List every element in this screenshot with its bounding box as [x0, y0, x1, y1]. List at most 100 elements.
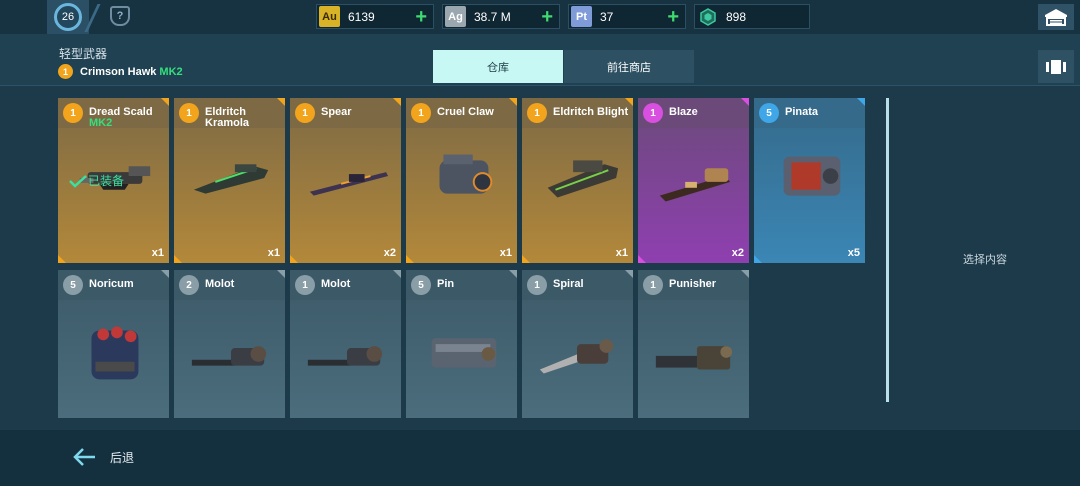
weapon-image — [193, 164, 269, 194]
rarity-corner — [393, 270, 401, 278]
rarity-corner-bottom — [754, 255, 762, 263]
weapon-name: Spiral — [553, 278, 584, 290]
weapon-card[interactable]: 1 Spear x2 — [290, 98, 401, 263]
footer-bar — [0, 430, 1080, 486]
weapon-image — [431, 338, 497, 368]
silver-icon: Ag — [445, 6, 466, 27]
rarity-corner-bottom — [522, 255, 530, 263]
weapon-image — [307, 346, 383, 366]
weapon-card[interactable]: 1 Eldritch Blight x1 — [522, 98, 633, 263]
weapon-level-badge: 1 — [295, 103, 315, 123]
weapon-image — [309, 172, 389, 196]
weapon-card[interactable]: 1 Cruel Claw x1 — [406, 98, 517, 263]
add-gold-button[interactable]: + — [415, 6, 427, 28]
weapon-level-badge: 1 — [411, 103, 431, 123]
scrollbar[interactable] — [886, 98, 889, 402]
current-weapon: 1 Crimson Hawk MK2 — [58, 64, 183, 79]
current-weapon-name: Crimson Hawk — [80, 65, 157, 78]
weapon-quantity: x2 — [731, 247, 744, 259]
rarity-corner-bottom — [638, 255, 646, 263]
rarity-corner — [857, 98, 865, 106]
weapon-image — [783, 156, 841, 196]
back-label: 后退 — [110, 450, 135, 465]
weapon-name: Noricum — [89, 278, 134, 290]
weapon-level-badge: 2 — [179, 275, 199, 295]
weapon-level-badge: 5 — [63, 275, 83, 295]
weapon-name: Eldritch Kramola — [205, 106, 250, 129]
weapon-card[interactable]: 1 Eldritch Kramola x1 — [174, 98, 285, 263]
weapon-image — [91, 326, 139, 380]
rarity-corner — [509, 98, 517, 106]
weapon-card[interactable]: 1 Punisher — [638, 270, 749, 418]
weapon-name: Eldritch Blight — [553, 106, 629, 118]
weapon-card[interactable]: 1 Blaze x2 — [638, 98, 749, 263]
currency-platinum: Pt 37 + — [568, 4, 686, 29]
platinum-value: 37 — [600, 9, 614, 24]
weapon-name: Punisher — [669, 278, 717, 290]
rarity-corner — [625, 270, 633, 278]
weapon-level-badge: 1 — [527, 275, 547, 295]
currency-gold: Au 6139 + — [316, 4, 434, 29]
rarity-corner — [277, 270, 285, 278]
weapon-image — [659, 168, 731, 202]
platinum-icon: Pt — [571, 6, 592, 27]
back-button[interactable]: 后退 — [72, 443, 142, 471]
weapon-card[interactable]: 5 Pinata x5 — [754, 98, 865, 263]
select-content-hint: 选择内容 — [963, 254, 1007, 266]
weapon-mk: MK2 — [89, 117, 113, 129]
weapon-card[interactable]: 5 Pin — [406, 270, 517, 418]
category-label: 轻型武器 — [59, 47, 108, 61]
equipped-label: 已装备 — [88, 174, 125, 188]
level-badge: 26 — [54, 3, 82, 31]
rarity-corner — [161, 98, 169, 106]
weapon-image — [539, 339, 614, 374]
rarity-corner-bottom — [290, 255, 298, 263]
weapon-card[interactable]: 1 Spiral — [522, 270, 633, 418]
arrow-left-icon — [73, 448, 95, 466]
player-level[interactable]: 26 — [47, 0, 89, 34]
gold-value: 6139 — [348, 9, 375, 24]
collapse-panel-button[interactable] — [1038, 50, 1074, 83]
weapon-level-badge: 5 — [759, 103, 779, 123]
weapon-name: Molot — [205, 278, 235, 290]
weapon-level-badge: 1 — [643, 103, 663, 123]
currency-gems: 898 — [694, 4, 810, 29]
checkmark-icon — [69, 174, 87, 188]
weapon-name: Spear — [321, 106, 352, 118]
panel-icon — [1046, 59, 1066, 74]
weapon-level-badge: 5 — [411, 275, 431, 295]
currency-silver: Ag 38.7 M + — [442, 4, 560, 29]
current-weapon-mk: MK2 — [159, 65, 183, 78]
weapon-quantity: x1 — [499, 247, 512, 259]
gold-icon: Au — [319, 6, 340, 27]
rarity-corner-bottom — [174, 255, 182, 263]
weapon-card[interactable]: 1 Molot — [290, 270, 401, 418]
weapon-quantity: x1 — [151, 247, 164, 259]
add-silver-button[interactable]: + — [541, 6, 553, 28]
gem-icon — [697, 6, 718, 27]
weapon-quantity: x1 — [615, 247, 628, 259]
add-platinum-button[interactable]: + — [667, 6, 679, 28]
weapon-quantity: x2 — [383, 247, 396, 259]
weapon-name: Blaze — [669, 106, 698, 118]
weapon-card[interactable]: 2 Molot — [174, 270, 285, 418]
tab-go-to-shop[interactable]: 前往商店 — [564, 50, 694, 83]
shield-help-icon[interactable]: ? — [110, 6, 130, 26]
top-bar: 26 ? Au 6139 + Ag 38.7 M + Pt 37 + 898 — [0, 0, 1080, 34]
weapon-image — [191, 346, 267, 366]
rarity-corner-bottom — [406, 255, 414, 263]
rarity-corner — [277, 98, 285, 106]
weapon-level-badge: 1 — [179, 103, 199, 123]
gem-value: 898 — [726, 9, 747, 24]
garage-button[interactable] — [1038, 4, 1074, 30]
rarity-corner — [393, 98, 401, 106]
weapon-level-badge: 1 — [295, 275, 315, 295]
weapon-image — [547, 160, 619, 198]
weapon-image — [439, 154, 493, 194]
tab-warehouse[interactable]: 仓库 — [433, 50, 563, 83]
weapon-level-badge: 1 — [527, 103, 547, 123]
weapon-name: Pin — [437, 278, 455, 290]
weapon-card[interactable]: 5 Noricum — [58, 270, 169, 418]
weapon-name: Cruel Claw — [437, 106, 494, 118]
weapon-level-badge: 1 — [643, 275, 663, 295]
